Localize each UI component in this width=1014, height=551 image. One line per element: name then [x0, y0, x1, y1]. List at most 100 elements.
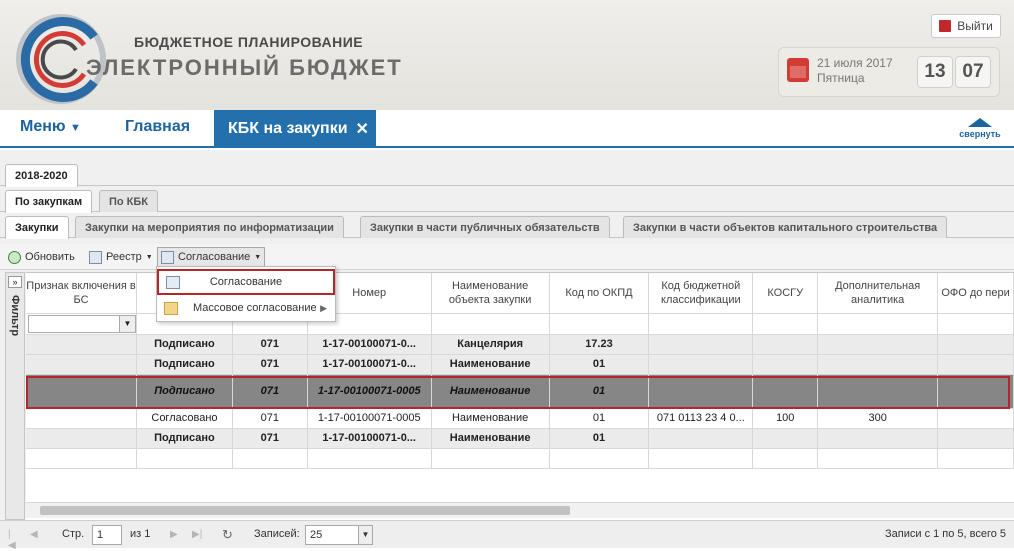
tab-purchases[interactable]: Закупки — [5, 216, 69, 239]
tab-period[interactable]: 2018-2020 — [5, 164, 78, 187]
refresh-button[interactable]: Обновить — [5, 247, 78, 267]
date-time-panel: 21 июля 2017 Пятница 13 07 — [778, 47, 1000, 97]
expand-filter-icon[interactable]: » — [8, 276, 22, 288]
col-header-ofo[interactable]: ОФО до пери — [937, 273, 1014, 314]
brand-title: БЮДЖЕТНОЕ ПЛАНИРОВАНИЕ — [134, 34, 364, 50]
current-date: 21 июля 2017 — [817, 56, 893, 70]
cell — [752, 334, 819, 355]
tab-public-obligations[interactable]: Закупки в части публичных обязательств — [360, 216, 610, 238]
close-icon[interactable]: ✕ — [356, 119, 369, 139]
table-row[interactable]: Подписано 071 1-17-00100071-0... Наименован… — [26, 354, 1014, 375]
col-header-kosgu[interactable]: КОСГУ — [752, 273, 819, 314]
registry-button[interactable]: Реестр ▼ — [86, 247, 156, 267]
approval-button[interactable]: Согласование ▼ — [157, 247, 266, 267]
prev-page-icon[interactable]: ◀ — [30, 529, 40, 540]
cell: 01 — [549, 428, 650, 449]
tab-informatization[interactable]: Закупки на мероприятия по информатизации — [75, 216, 344, 238]
main-nav: Меню ▼ Главная КБК на закупки ✕ свернуть — [0, 110, 1014, 148]
table-row[interactable]: Подписано 071 1-17-00100071-0... Наименован… — [26, 428, 1014, 449]
filter-cell[interactable] — [937, 313, 1014, 335]
filter-cell[interactable] — [817, 313, 939, 335]
content-area: 2018-2020 По закупкам По КБК Закупки Зак… — [0, 150, 1014, 548]
tab-by-purchases[interactable]: По закупкам — [5, 190, 93, 213]
filter-cell[interactable] — [648, 313, 754, 335]
clock-minutes: 07 — [955, 56, 991, 88]
registry-icon — [89, 250, 102, 264]
cell: 01 — [549, 408, 650, 429]
dropdown-arrow-icon: ▼ — [145, 253, 153, 261]
cell — [752, 428, 819, 449]
collapse-button[interactable]: свернуть — [958, 118, 1002, 139]
table-row[interactable]: Подписано 071 1-17-00100071-0... Канцелярия… — [26, 334, 1014, 355]
cell — [937, 408, 1014, 429]
inclusion-filter-select[interactable]: ▼ — [28, 315, 136, 333]
last-page-icon[interactable]: ▶| — [192, 529, 202, 540]
horizontal-scrollbar[interactable] — [26, 502, 1014, 518]
tab-kbk-purchases[interactable]: КБК на закупки ✕ — [214, 110, 376, 148]
tab-capital-construction[interactable]: Закупки в части объектов капитального ст… — [623, 216, 948, 238]
cell: 071 — [232, 374, 308, 409]
cell — [937, 354, 1014, 375]
filter-cell[interactable] — [431, 313, 550, 335]
cell — [648, 354, 754, 375]
current-weekday: Пятница — [817, 71, 865, 85]
submenu-arrow-icon: ▶ — [320, 302, 327, 313]
logout-button[interactable]: Выйти — [931, 14, 1001, 38]
table-row-selected[interactable]: Подписано 071 1-17-00100071-0005 Наименован… — [26, 374, 1014, 409]
col-header-object-name[interactable]: Наименование объекта закупки — [431, 273, 550, 314]
filter-cell[interactable]: ▼ — [26, 313, 137, 335]
col-header-inclusion[interactable]: Признак включения в БС — [26, 273, 137, 314]
menu-item-approval[interactable]: Согласование — [157, 269, 335, 295]
col-header-analytics[interactable]: Дополнительная аналитика — [817, 273, 939, 314]
cell — [26, 428, 137, 449]
page-input[interactable]: 1 — [92, 525, 122, 545]
home-link[interactable]: Главная — [125, 118, 190, 136]
filter-panel[interactable]: » Фильтр — [5, 272, 25, 520]
cell: 300 — [817, 408, 939, 429]
cell: Канцелярия — [431, 334, 550, 355]
filter-cell[interactable] — [752, 313, 819, 335]
cell: Подписано — [136, 354, 233, 375]
cell — [817, 354, 939, 375]
next-page-icon[interactable]: ▶ — [170, 529, 180, 540]
cell — [648, 374, 754, 409]
cell: 01 — [549, 354, 650, 375]
col-header-okpd[interactable]: Код по ОКПД — [549, 273, 650, 314]
period-tabs: 2018-2020 — [0, 162, 1014, 187]
cell: Подписано — [136, 334, 233, 355]
cell: Наименование — [431, 374, 550, 409]
cell: 17.23 — [549, 334, 650, 355]
menu-button[interactable]: Меню ▼ — [20, 118, 81, 136]
records-summary: Записи с 1 по 5, всего 5 — [885, 528, 1007, 540]
scrollbar-thumb[interactable] — [40, 506, 570, 515]
table-row[interactable]: Согласовано 071 1-17-00100071-0005 Наименов… — [26, 408, 1014, 429]
page-size-select[interactable]: 25 ▼ — [305, 525, 373, 545]
cell — [817, 334, 939, 355]
approval-dropdown-menu: Согласование Массовое согласование ▶ — [156, 266, 336, 322]
cell — [937, 374, 1014, 409]
tab-label: КБК на закупки — [228, 120, 348, 137]
menu-item-label: Массовое согласование — [193, 302, 317, 314]
cell — [752, 374, 819, 409]
filter-cell[interactable] — [549, 313, 650, 335]
cell: 1-17-00100071-0... — [307, 334, 432, 355]
cell: Наименование — [431, 428, 550, 449]
page-size-value: 25 — [310, 529, 323, 541]
logout-icon — [939, 20, 952, 32]
app-header: БЮДЖЕТНОЕ ПЛАНИРОВАНИЕ ЭЛЕКТРОННЫЙ БЮДЖЕ… — [0, 0, 1014, 110]
cell: 071 — [232, 428, 308, 449]
col-header-kbk[interactable]: Код бюджетной классификации — [648, 273, 754, 314]
chevron-down-icon: ▼ — [70, 122, 81, 134]
menu-item-mass-approval[interactable]: Массовое согласование ▶ — [157, 295, 337, 321]
page-count: из 1 — [130, 528, 151, 540]
cell — [648, 334, 754, 355]
first-page-icon[interactable]: |◀ — [8, 529, 18, 551]
cell: 071 — [232, 408, 308, 429]
brand-subtitle: ЭЛЕКТРОННЫЙ БЮДЖЕТ — [86, 55, 403, 80]
tab-by-kbk[interactable]: По КБК — [99, 190, 159, 212]
cell — [752, 354, 819, 375]
registry-label: Реестр — [106, 251, 142, 263]
refresh-icon[interactable]: ↻ — [222, 528, 233, 541]
cell: Согласовано — [136, 408, 233, 429]
cell: Наименование — [431, 354, 550, 375]
